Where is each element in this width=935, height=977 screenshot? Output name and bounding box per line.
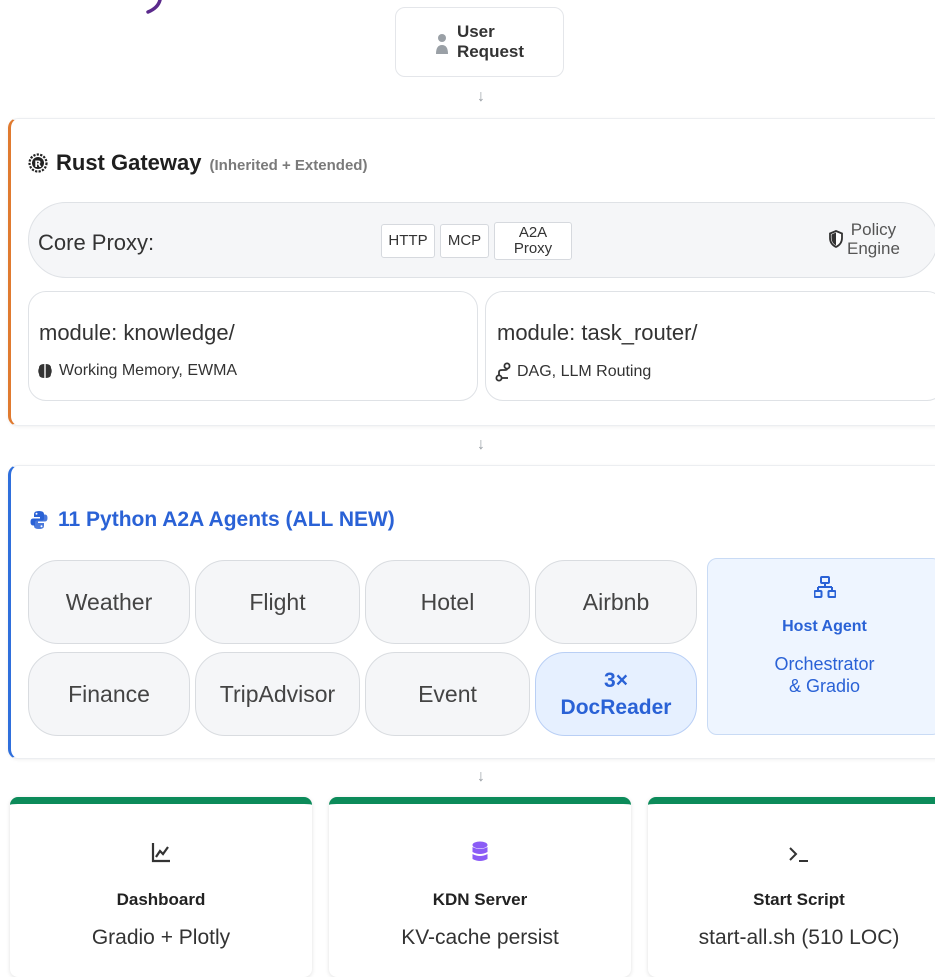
card-start-script-title: Start Script: [753, 890, 845, 909]
chip-a2a-proxy: A2A Proxy: [494, 222, 572, 260]
policy-engine: Policy Engine: [829, 220, 900, 258]
module-task-router: module: task_router/ DAG, LLM Routing: [485, 291, 935, 401]
brain-icon: [38, 364, 52, 378]
flow-arrow-3: ↓: [477, 768, 485, 785]
agent-weather[interactable]: Weather: [28, 560, 190, 644]
card-kdn-server-title: KDN Server: [432, 890, 528, 909]
module-task-router-subtitle-row: DAG, LLM Routing: [495, 362, 651, 382]
card-dashboard-subtitle: Gradio + Plotly: [91, 926, 231, 949]
flow-arrow-1: ↓: [477, 88, 485, 105]
agent-event[interactable]: Event: [365, 652, 530, 736]
policy-label-2: Engine: [847, 239, 900, 258]
module-knowledge: module: knowledge/ Working Memory, EWMA: [28, 291, 478, 401]
module-knowledge-subtitle: Working Memory, EWMA: [59, 362, 238, 379]
chip-http: HTTP: [381, 224, 435, 258]
docreader-label: DocReader: [560, 696, 672, 719]
card-start-script-subtitle: start-all.sh (510 LOC): [698, 926, 900, 949]
rust-gateway-header: R Rust Gateway (Inherited + Extended): [28, 150, 367, 176]
host-agent-box[interactable]: Host Agent Orchestrator & Gradio: [707, 558, 935, 735]
agent-tripadvisor[interactable]: TripAdvisor: [195, 652, 360, 736]
host-agent-line-1: Orchestrator: [774, 654, 875, 674]
host-agent-line-2: & Gradio: [788, 676, 861, 696]
card-dashboard: Dashboard Gradio + Plotly: [10, 797, 312, 977]
sitemap-icon: [813, 576, 836, 598]
python-logo-icon: [30, 511, 48, 529]
docreader-count: 3×: [604, 669, 628, 692]
core-proxy-label: Core Proxy:: [38, 230, 155, 255]
route-icon: [495, 362, 511, 382]
chip-mcp: MCP: [440, 224, 489, 258]
card-start-script: Start Script start-all.sh (510 LOC): [648, 797, 935, 977]
module-knowledge-subtitle-row: Working Memory, EWMA: [37, 362, 237, 380]
decorative-curve: [146, 0, 162, 14]
shield-icon: [829, 230, 843, 248]
user-request-box: User Request: [395, 7, 564, 77]
agent-docreader[interactable]: 3× DocReader: [535, 652, 697, 736]
policy-label-1: Policy: [850, 220, 897, 239]
a2a-label-2: Proxy: [513, 240, 553, 257]
card-kdn-server-subtitle: KV-cache persist: [401, 926, 559, 949]
a2a-label-1: A2A: [518, 224, 548, 241]
rust-gateway-subtitle: (Inherited + Extended): [209, 157, 368, 174]
agent-airbnb[interactable]: Airbnb: [535, 560, 697, 644]
module-task-router-title: module: task_router/: [497, 320, 698, 345]
module-task-router-subtitle: DAG, LLM Routing: [517, 363, 652, 380]
user-label-1: User: [456, 22, 495, 41]
agent-hotel[interactable]: Hotel: [365, 560, 530, 644]
agent-flight[interactable]: Flight: [195, 560, 360, 644]
card-dashboard-title: Dashboard: [116, 890, 206, 909]
user-icon: [435, 34, 448, 54]
flow-arrow-2: ↓: [477, 436, 485, 453]
module-knowledge-title: module: knowledge/: [39, 320, 235, 345]
svg-text:R: R: [35, 160, 42, 170]
rust-gateway-title: Rust Gateway: [56, 150, 202, 175]
host-agent-title: Host Agent: [782, 618, 867, 635]
agent-finance[interactable]: Finance: [28, 652, 190, 736]
terminal-icon: [789, 847, 808, 862]
chart-line-icon: [151, 843, 170, 863]
card-kdn-server: KDN Server KV-cache persist: [329, 797, 631, 977]
rust-logo-icon: R: [28, 153, 48, 173]
database-icon: [472, 841, 488, 861]
python-agents-title: 11 Python A2A Agents (ALL NEW): [58, 508, 395, 531]
user-label-2: Request: [456, 42, 525, 61]
python-agents-header: 11 Python A2A Agents (ALL NEW): [30, 508, 395, 532]
